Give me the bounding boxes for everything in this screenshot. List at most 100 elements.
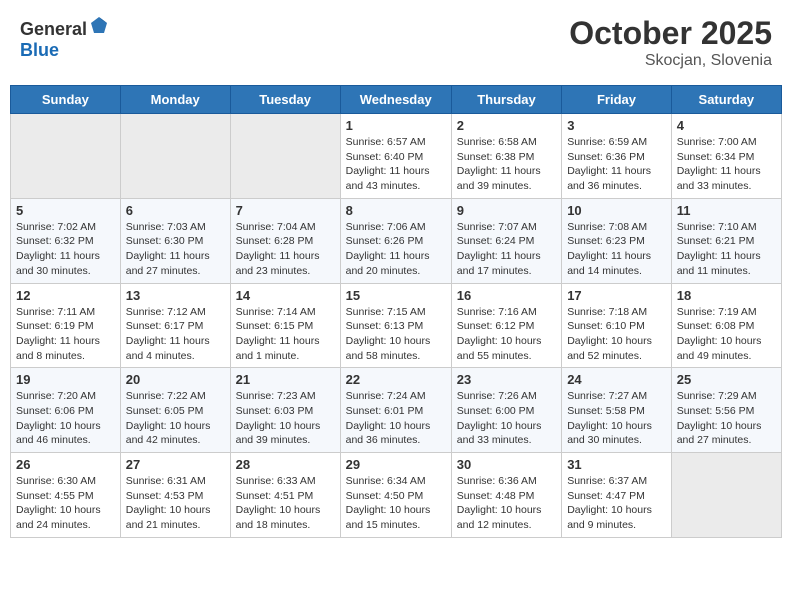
day-info: Sunrise: 7:08 AMSunset: 6:23 PMDaylight:…: [567, 220, 666, 279]
calendar-cell: 20 Sunrise: 7:22 AMSunset: 6:05 PMDayligh…: [120, 368, 230, 453]
day-number: 10: [567, 203, 666, 218]
logo-text: General Blue: [20, 15, 109, 61]
day-number: 29: [346, 457, 446, 472]
calendar-cell: 29 Sunrise: 6:34 AMSunset: 4:50 PMDayligh…: [340, 453, 451, 538]
day-info: Sunrise: 7:12 AMSunset: 6:17 PMDaylight:…: [126, 305, 225, 364]
calendar-week-3: 12Sunrise: 7:11 AMSunset: 6:19 PMDayligh…: [11, 283, 782, 368]
day-number: 22: [346, 372, 446, 387]
calendar-cell: 23 Sunrise: 7:26 AMSunset: 6:00 PMDayligh…: [451, 368, 561, 453]
calendar-week-2: 5 Sunrise: 7:02 AMSunset: 6:32 PMDaylight…: [11, 198, 782, 283]
calendar-cell: 2Sunrise: 6:58 AMSunset: 6:38 PMDaylight…: [451, 114, 561, 199]
day-info: Sunrise: 7:06 AMSunset: 6:26 PMDaylight:…: [346, 220, 446, 279]
day-info: Sunrise: 7:27 AMSunset: 5:58 PMDaylight:…: [567, 389, 666, 448]
day-info: Sunrise: 6:30 AMSunset: 4:55 PMDaylight:…: [16, 474, 115, 533]
calendar-cell: 8 Sunrise: 7:06 AMSunset: 6:26 PMDaylight…: [340, 198, 451, 283]
day-number: 3: [567, 118, 666, 133]
calendar-cell: [230, 114, 340, 199]
calendar-cell: 1 Sunrise: 6:57 AMSunset: 6:40 PMDaylight…: [340, 114, 451, 199]
day-number: 25: [677, 372, 776, 387]
calendar-cell: 5 Sunrise: 7:02 AMSunset: 6:32 PMDaylight…: [11, 198, 121, 283]
page-header: General Blue October 2025 Skocjan, Slove…: [10, 10, 782, 75]
day-info: Sunrise: 7:23 AMSunset: 6:03 PMDaylight:…: [236, 389, 335, 448]
weekday-header-row: SundayMondayTuesdayWednesdayThursdayFrid…: [11, 86, 782, 114]
calendar-cell: 11 Sunrise: 7:10 AMSunset: 6:21 PMDayligh…: [671, 198, 781, 283]
weekday-header-saturday: Saturday: [671, 86, 781, 114]
weekday-header-sunday: Sunday: [11, 86, 121, 114]
calendar-cell: 16Sunrise: 7:16 AMSunset: 6:12 PMDayligh…: [451, 283, 561, 368]
logo-icon: [89, 15, 109, 35]
day-number: 20: [126, 372, 225, 387]
day-info: Sunrise: 6:57 AMSunset: 6:40 PMDaylight:…: [346, 135, 446, 194]
day-info: Sunrise: 7:14 AMSunset: 6:15 PMDaylight:…: [236, 305, 335, 364]
day-info: Sunrise: 7:18 AMSunset: 6:10 PMDaylight:…: [567, 305, 666, 364]
title-block: October 2025 Skocjan, Slovenia: [569, 15, 772, 70]
day-info: Sunrise: 7:26 AMSunset: 6:00 PMDaylight:…: [457, 389, 556, 448]
day-number: 26: [16, 457, 115, 472]
calendar-week-1: 1 Sunrise: 6:57 AMSunset: 6:40 PMDaylight…: [11, 114, 782, 199]
day-info: Sunrise: 6:36 AMSunset: 4:48 PMDaylight:…: [457, 474, 556, 533]
day-info: Sunrise: 7:11 AMSunset: 6:19 PMDaylight:…: [16, 305, 115, 364]
day-info: Sunrise: 7:24 AMSunset: 6:01 PMDaylight:…: [346, 389, 446, 448]
calendar-cell: 17 Sunrise: 7:18 AMSunset: 6:10 PMDayligh…: [562, 283, 672, 368]
calendar-cell: 14 Sunrise: 7:14 AMSunset: 6:15 PMDayligh…: [230, 283, 340, 368]
day-number: 11: [677, 203, 776, 218]
day-info: Sunrise: 7:16 AMSunset: 6:12 PMDaylight:…: [457, 305, 556, 364]
day-number: 5: [16, 203, 115, 218]
day-number: 28: [236, 457, 335, 472]
day-info: Sunrise: 7:02 AMSunset: 6:32 PMDaylight:…: [16, 220, 115, 279]
day-number: 19: [16, 372, 115, 387]
calendar-cell: 6Sunrise: 7:03 AMSunset: 6:30 PMDaylight…: [120, 198, 230, 283]
day-number: 4: [677, 118, 776, 133]
calendar-cell: 7 Sunrise: 7:04 AMSunset: 6:28 PMDaylight…: [230, 198, 340, 283]
calendar-cell: 28Sunrise: 6:33 AMSunset: 4:51 PMDayligh…: [230, 453, 340, 538]
day-number: 31: [567, 457, 666, 472]
day-number: 27: [126, 457, 225, 472]
location: Skocjan, Slovenia: [569, 52, 772, 70]
weekday-header-wednesday: Wednesday: [340, 86, 451, 114]
day-info: Sunrise: 7:04 AMSunset: 6:28 PMDaylight:…: [236, 220, 335, 279]
calendar-cell: 12Sunrise: 7:11 AMSunset: 6:19 PMDayligh…: [11, 283, 121, 368]
calendar-cell: 22 Sunrise: 7:24 AMSunset: 6:01 PMDayligh…: [340, 368, 451, 453]
calendar-cell: 30 Sunrise: 6:36 AMSunset: 4:48 PMDayligh…: [451, 453, 561, 538]
calendar-week-4: 19 Sunrise: 7:20 AMSunset: 6:06 PMDayligh…: [11, 368, 782, 453]
day-number: 24: [567, 372, 666, 387]
day-info: Sunrise: 7:22 AMSunset: 6:05 PMDaylight:…: [126, 389, 225, 448]
day-number: 23: [457, 372, 556, 387]
day-number: 14: [236, 288, 335, 303]
day-number: 17: [567, 288, 666, 303]
weekday-header-tuesday: Tuesday: [230, 86, 340, 114]
calendar-cell: [11, 114, 121, 199]
day-info: Sunrise: 7:10 AMSunset: 6:21 PMDaylight:…: [677, 220, 776, 279]
day-number: 6: [126, 203, 225, 218]
calendar-cell: 3Sunrise: 6:59 AMSunset: 6:36 PMDaylight…: [562, 114, 672, 199]
day-info: Sunrise: 7:19 AMSunset: 6:08 PMDaylight:…: [677, 305, 776, 364]
calendar-cell: 15 Sunrise: 7:15 AMSunset: 6:13 PMDayligh…: [340, 283, 451, 368]
day-number: 8: [346, 203, 446, 218]
calendar-table: SundayMondayTuesdayWednesdayThursdayFrid…: [10, 85, 782, 538]
day-info: Sunrise: 7:00 AMSunset: 6:34 PMDaylight:…: [677, 135, 776, 194]
day-number: 21: [236, 372, 335, 387]
calendar-cell: [671, 453, 781, 538]
calendar-cell: 13Sunrise: 7:12 AMSunset: 6:17 PMDayligh…: [120, 283, 230, 368]
calendar-cell: 26 Sunrise: 6:30 AMSunset: 4:55 PMDayligh…: [11, 453, 121, 538]
month-title: October 2025: [569, 15, 772, 52]
logo: General Blue: [20, 15, 109, 61]
day-info: Sunrise: 7:15 AMSunset: 6:13 PMDaylight:…: [346, 305, 446, 364]
calendar-cell: 18Sunrise: 7:19 AMSunset: 6:08 PMDayligh…: [671, 283, 781, 368]
calendar-cell: 27Sunrise: 6:31 AMSunset: 4:53 PMDayligh…: [120, 453, 230, 538]
day-number: 7: [236, 203, 335, 218]
day-info: Sunrise: 7:20 AMSunset: 6:06 PMDaylight:…: [16, 389, 115, 448]
logo-blue: Blue: [20, 40, 59, 60]
day-info: Sunrise: 6:34 AMSunset: 4:50 PMDaylight:…: [346, 474, 446, 533]
day-info: Sunrise: 7:29 AMSunset: 5:56 PMDaylight:…: [677, 389, 776, 448]
weekday-header-thursday: Thursday: [451, 86, 561, 114]
calendar-cell: 21 Sunrise: 7:23 AMSunset: 6:03 PMDayligh…: [230, 368, 340, 453]
day-number: 2: [457, 118, 556, 133]
calendar-cell: [120, 114, 230, 199]
calendar-cell: 24 Sunrise: 7:27 AMSunset: 5:58 PMDayligh…: [562, 368, 672, 453]
calendar-cell: 10 Sunrise: 7:08 AMSunset: 6:23 PMDayligh…: [562, 198, 672, 283]
day-number: 15: [346, 288, 446, 303]
logo-general: General: [20, 19, 87, 39]
day-number: 30: [457, 457, 556, 472]
day-number: 1: [346, 118, 446, 133]
